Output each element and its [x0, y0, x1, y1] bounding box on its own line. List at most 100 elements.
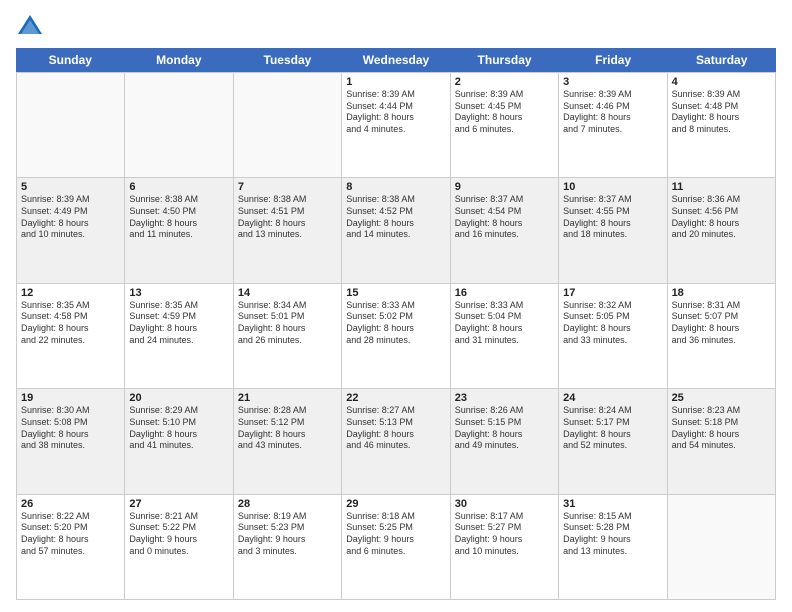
day-number: 1 [346, 76, 445, 88]
cell-info: Sunrise: 8:39 AM Sunset: 4:49 PM Dayligh… [21, 194, 120, 241]
day-number: 22 [346, 392, 445, 404]
day-number: 19 [21, 392, 120, 404]
calendar-row-1: 1Sunrise: 8:39 AM Sunset: 4:44 PM Daylig… [17, 73, 776, 178]
header [16, 12, 776, 40]
cell-info: Sunrise: 8:26 AM Sunset: 5:15 PM Dayligh… [455, 405, 554, 452]
day-number: 16 [455, 287, 554, 299]
day-number: 10 [563, 181, 662, 193]
calendar-cell: 7Sunrise: 8:38 AM Sunset: 4:51 PM Daylig… [234, 178, 342, 283]
day-number: 27 [129, 498, 228, 510]
calendar-row-3: 12Sunrise: 8:35 AM Sunset: 4:58 PM Dayli… [17, 284, 776, 389]
day-number: 30 [455, 498, 554, 510]
page: SundayMondayTuesdayWednesdayThursdayFrid… [0, 0, 792, 612]
logo [16, 12, 48, 40]
day-number: 3 [563, 76, 662, 88]
cell-info: Sunrise: 8:22 AM Sunset: 5:20 PM Dayligh… [21, 511, 120, 558]
day-number: 18 [672, 287, 771, 299]
calendar-header: SundayMondayTuesdayWednesdayThursdayFrid… [16, 48, 776, 72]
calendar-body: 1Sunrise: 8:39 AM Sunset: 4:44 PM Daylig… [16, 72, 776, 600]
cell-info: Sunrise: 8:18 AM Sunset: 5:25 PM Dayligh… [346, 511, 445, 558]
calendar-cell: 20Sunrise: 8:29 AM Sunset: 5:10 PM Dayli… [125, 389, 233, 494]
day-number: 2 [455, 76, 554, 88]
day-number: 4 [672, 76, 771, 88]
header-day-monday: Monday [125, 48, 234, 72]
day-number: 8 [346, 181, 445, 193]
day-number: 17 [563, 287, 662, 299]
cell-info: Sunrise: 8:17 AM Sunset: 5:27 PM Dayligh… [455, 511, 554, 558]
calendar-cell: 12Sunrise: 8:35 AM Sunset: 4:58 PM Dayli… [17, 284, 125, 389]
day-number: 5 [21, 181, 120, 193]
day-number: 24 [563, 392, 662, 404]
calendar-row-2: 5Sunrise: 8:39 AM Sunset: 4:49 PM Daylig… [17, 178, 776, 283]
day-number: 15 [346, 287, 445, 299]
calendar-row-5: 26Sunrise: 8:22 AM Sunset: 5:20 PM Dayli… [17, 495, 776, 600]
cell-info: Sunrise: 8:32 AM Sunset: 5:05 PM Dayligh… [563, 300, 662, 347]
day-number: 20 [129, 392, 228, 404]
cell-info: Sunrise: 8:39 AM Sunset: 4:48 PM Dayligh… [672, 89, 771, 136]
calendar-cell: 31Sunrise: 8:15 AM Sunset: 5:28 PM Dayli… [559, 495, 667, 600]
cell-info: Sunrise: 8:28 AM Sunset: 5:12 PM Dayligh… [238, 405, 337, 452]
calendar-cell: 19Sunrise: 8:30 AM Sunset: 5:08 PM Dayli… [17, 389, 125, 494]
day-number: 28 [238, 498, 337, 510]
header-day-saturday: Saturday [667, 48, 776, 72]
cell-info: Sunrise: 8:37 AM Sunset: 4:54 PM Dayligh… [455, 194, 554, 241]
calendar-cell [234, 73, 342, 178]
calendar-cell: 13Sunrise: 8:35 AM Sunset: 4:59 PM Dayli… [125, 284, 233, 389]
calendar-cell: 16Sunrise: 8:33 AM Sunset: 5:04 PM Dayli… [451, 284, 559, 389]
cell-info: Sunrise: 8:34 AM Sunset: 5:01 PM Dayligh… [238, 300, 337, 347]
cell-info: Sunrise: 8:35 AM Sunset: 4:59 PM Dayligh… [129, 300, 228, 347]
day-number: 23 [455, 392, 554, 404]
day-number: 21 [238, 392, 337, 404]
day-number: 29 [346, 498, 445, 510]
calendar-cell [668, 495, 776, 600]
day-number: 9 [455, 181, 554, 193]
day-number: 13 [129, 287, 228, 299]
calendar-cell: 9Sunrise: 8:37 AM Sunset: 4:54 PM Daylig… [451, 178, 559, 283]
calendar-cell: 17Sunrise: 8:32 AM Sunset: 5:05 PM Dayli… [559, 284, 667, 389]
calendar-cell: 15Sunrise: 8:33 AM Sunset: 5:02 PM Dayli… [342, 284, 450, 389]
cell-info: Sunrise: 8:39 AM Sunset: 4:44 PM Dayligh… [346, 89, 445, 136]
day-number: 11 [672, 181, 771, 193]
cell-info: Sunrise: 8:21 AM Sunset: 5:22 PM Dayligh… [129, 511, 228, 558]
calendar-cell: 8Sunrise: 8:38 AM Sunset: 4:52 PM Daylig… [342, 178, 450, 283]
calendar-cell: 4Sunrise: 8:39 AM Sunset: 4:48 PM Daylig… [668, 73, 776, 178]
calendar-cell: 3Sunrise: 8:39 AM Sunset: 4:46 PM Daylig… [559, 73, 667, 178]
cell-info: Sunrise: 8:27 AM Sunset: 5:13 PM Dayligh… [346, 405, 445, 452]
calendar-cell: 26Sunrise: 8:22 AM Sunset: 5:20 PM Dayli… [17, 495, 125, 600]
calendar-cell: 27Sunrise: 8:21 AM Sunset: 5:22 PM Dayli… [125, 495, 233, 600]
day-number: 6 [129, 181, 228, 193]
calendar-cell: 21Sunrise: 8:28 AM Sunset: 5:12 PM Dayli… [234, 389, 342, 494]
cell-info: Sunrise: 8:33 AM Sunset: 5:02 PM Dayligh… [346, 300, 445, 347]
calendar-cell: 18Sunrise: 8:31 AM Sunset: 5:07 PM Dayli… [668, 284, 776, 389]
cell-info: Sunrise: 8:29 AM Sunset: 5:10 PM Dayligh… [129, 405, 228, 452]
cell-info: Sunrise: 8:35 AM Sunset: 4:58 PM Dayligh… [21, 300, 120, 347]
cell-info: Sunrise: 8:38 AM Sunset: 4:50 PM Dayligh… [129, 194, 228, 241]
calendar-cell [125, 73, 233, 178]
calendar-cell: 29Sunrise: 8:18 AM Sunset: 5:25 PM Dayli… [342, 495, 450, 600]
calendar-cell: 14Sunrise: 8:34 AM Sunset: 5:01 PM Dayli… [234, 284, 342, 389]
calendar-cell: 1Sunrise: 8:39 AM Sunset: 4:44 PM Daylig… [342, 73, 450, 178]
logo-icon [16, 12, 44, 40]
day-number: 7 [238, 181, 337, 193]
header-day-tuesday: Tuesday [233, 48, 342, 72]
calendar-cell: 22Sunrise: 8:27 AM Sunset: 5:13 PM Dayli… [342, 389, 450, 494]
cell-info: Sunrise: 8:33 AM Sunset: 5:04 PM Dayligh… [455, 300, 554, 347]
calendar-cell: 2Sunrise: 8:39 AM Sunset: 4:45 PM Daylig… [451, 73, 559, 178]
day-number: 26 [21, 498, 120, 510]
cell-info: Sunrise: 8:39 AM Sunset: 4:45 PM Dayligh… [455, 89, 554, 136]
cell-info: Sunrise: 8:38 AM Sunset: 4:52 PM Dayligh… [346, 194, 445, 241]
cell-info: Sunrise: 8:15 AM Sunset: 5:28 PM Dayligh… [563, 511, 662, 558]
calendar-cell: 28Sunrise: 8:19 AM Sunset: 5:23 PM Dayli… [234, 495, 342, 600]
calendar-cell: 10Sunrise: 8:37 AM Sunset: 4:55 PM Dayli… [559, 178, 667, 283]
day-number: 25 [672, 392, 771, 404]
calendar-cell: 25Sunrise: 8:23 AM Sunset: 5:18 PM Dayli… [668, 389, 776, 494]
cell-info: Sunrise: 8:37 AM Sunset: 4:55 PM Dayligh… [563, 194, 662, 241]
cell-info: Sunrise: 8:39 AM Sunset: 4:46 PM Dayligh… [563, 89, 662, 136]
cell-info: Sunrise: 8:30 AM Sunset: 5:08 PM Dayligh… [21, 405, 120, 452]
calendar-cell: 5Sunrise: 8:39 AM Sunset: 4:49 PM Daylig… [17, 178, 125, 283]
header-day-wednesday: Wednesday [342, 48, 451, 72]
cell-info: Sunrise: 8:36 AM Sunset: 4:56 PM Dayligh… [672, 194, 771, 241]
cell-info: Sunrise: 8:31 AM Sunset: 5:07 PM Dayligh… [672, 300, 771, 347]
cell-info: Sunrise: 8:38 AM Sunset: 4:51 PM Dayligh… [238, 194, 337, 241]
cell-info: Sunrise: 8:24 AM Sunset: 5:17 PM Dayligh… [563, 405, 662, 452]
